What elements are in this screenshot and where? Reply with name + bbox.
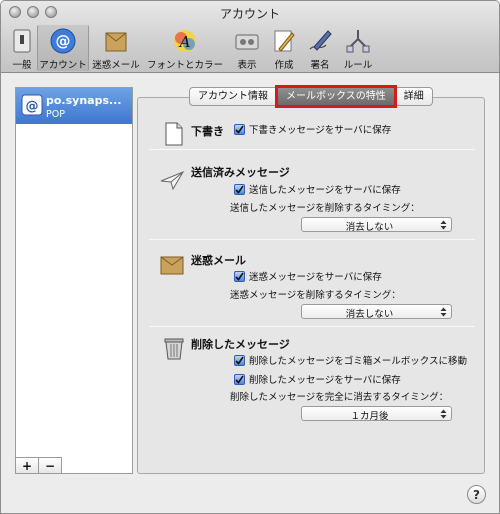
drafts-document-icon (165, 122, 183, 146)
add-account-label: + (21, 458, 33, 473)
compose-pencil-icon (274, 30, 295, 52)
sent-delete-label: 送信したメッセージを削除するタイミング： (230, 203, 420, 214)
svg-text:@: @ (26, 99, 39, 114)
toolbar-junk-mail-label: 迷惑メール (92, 60, 140, 71)
preferences-toolbar: 一般 @ アカウント 迷惑メール A フォントとカラー 表示 作成 署名 ルール (7, 25, 377, 71)
sent-store-on-server[interactable]: 送信したメッセージをサーバに保存 (234, 182, 401, 196)
svg-text:@: @ (56, 32, 71, 50)
toolbar-accounts[interactable]: @ アカウント (37, 25, 89, 71)
trash-erase-label: 削除したメッセージを完全に消去するタイミング： (230, 392, 449, 403)
trash-erase-select[interactable]: １カ月後 (301, 406, 452, 422)
trash-erase-value: １カ月後 (350, 411, 389, 422)
junk-title: 迷惑メール (191, 254, 246, 267)
tab-account-information[interactable]: アカウント情報 (189, 87, 277, 106)
toolbar-general-label: 一般 (12, 60, 32, 71)
trash-store-on-server[interactable]: 削除したメッセージをサーバに保存 (234, 372, 401, 386)
rules-icon (346, 30, 370, 53)
trash-move-to-trash[interactable]: 削除したメッセージをゴミ箱メールボックスに移動 (234, 353, 467, 367)
junk-delete-label: 迷惑メッセージを削除するタイミング： (230, 290, 401, 301)
junk-mail-icon (105, 32, 127, 52)
drafts-store-on-server[interactable]: 下書きメッセージをサーバに保存 (234, 122, 391, 136)
trash-move-label: 削除したメッセージをゴミ箱メールボックスに移動 (249, 356, 468, 367)
trash-title: 削除したメッセージ (191, 338, 290, 351)
updown-arrows-icon (440, 409, 447, 419)
at-sign-icon: @ (21, 94, 43, 116)
sent-store-checkbox[interactable] (234, 183, 245, 195)
at-sign-icon: @ (50, 28, 76, 54)
section-divider (149, 326, 475, 327)
sent-store-label: 送信したメッセージをサーバに保存 (249, 185, 401, 196)
toolbar-viewing-label: 表示 (237, 60, 257, 71)
drafts-store-checkbox[interactable] (234, 123, 245, 135)
updown-arrows-icon (440, 307, 447, 317)
junk-store-checkbox[interactable] (234, 270, 245, 282)
trash-move-checkbox[interactable] (234, 354, 245, 366)
remove-account-label: − (44, 458, 56, 473)
account-tabs: アカウント情報 メールボックスの特性 詳細 (189, 87, 433, 106)
help-button[interactable]: ? (467, 485, 486, 504)
toolbar-signatures-label: 署名 (310, 60, 330, 71)
window-title: アカウント (219, 7, 280, 21)
junk-store-label: 迷惑メッセージをサーバに保存 (249, 272, 382, 283)
remove-account-button[interactable]: − (38, 457, 62, 474)
toolbar-accounts-label: アカウント (39, 60, 87, 71)
add-account-button[interactable]: + (15, 457, 39, 474)
checkmark-icon (235, 356, 244, 365)
junk-mail-icon (160, 256, 184, 275)
toolbar-composing[interactable]: 作成 (267, 25, 301, 71)
trash-store-checkbox[interactable] (234, 373, 245, 385)
sent-paper-plane-icon (160, 170, 185, 191)
junk-store-on-server[interactable]: 迷惑メッセージをサーバに保存 (234, 269, 382, 283)
toolbar-junk-mail[interactable]: 迷惑メール (89, 25, 143, 71)
svg-text:A: A (178, 33, 191, 51)
toolbar-rules-label: ルール (343, 60, 373, 71)
toolbar-fonts-colors-label: フォントとカラー (146, 60, 223, 71)
viewing-icon (235, 34, 259, 50)
checkmark-icon (235, 125, 244, 134)
tab-mailbox-behaviors[interactable]: メールボックスの特性 (277, 87, 395, 106)
general-switch-icon (13, 29, 31, 53)
sent-title: 送信済みメッセージ (191, 166, 290, 179)
font-color-icon: A (174, 30, 196, 52)
accounts-list[interactable]: @ po.synaps... POP (15, 87, 133, 474)
account-list-item[interactable]: @ po.synaps... POP (16, 88, 132, 124)
junk-delete-select[interactable]: 消去しない (301, 304, 452, 320)
preferences-window: アカウント 一般 @ アカウント 迷惑メール A フォントとカラー 表示 作成 … (0, 0, 500, 514)
toolbar-composing-label: 作成 (274, 60, 294, 71)
title-bar: アカウント 一般 @ アカウント 迷惑メール A フォントとカラー 表示 作成 … (1, 1, 499, 73)
section-divider (149, 149, 475, 150)
updown-arrows-icon (440, 220, 447, 230)
section-divider (149, 239, 475, 240)
sent-delete-select[interactable]: 消去しない (301, 217, 452, 233)
drafts-store-label: 下書きメッセージをサーバに保存 (249, 125, 392, 136)
toolbar-fonts-colors[interactable]: A フォントとカラー (143, 25, 227, 71)
checkmark-icon (235, 185, 244, 194)
signature-pen-icon (309, 30, 332, 51)
checkmark-icon (235, 272, 244, 281)
drafts-title: 下書き (191, 125, 224, 138)
toolbar-viewing[interactable]: 表示 (227, 25, 267, 71)
tab-advanced[interactable]: 詳細 (394, 87, 433, 106)
toolbar-signatures[interactable]: 署名 (301, 25, 339, 71)
account-type: POP (46, 109, 65, 120)
sent-delete-value: 消去しない (345, 222, 394, 233)
junk-delete-value: 消去しない (345, 309, 394, 320)
account-list-buttons: + − (15, 457, 62, 474)
trash-can-icon (164, 338, 184, 360)
trash-store-label: 削除したメッセージをサーバに保存 (249, 375, 401, 386)
toolbar-general[interactable]: 一般 (7, 25, 37, 71)
toolbar-rules[interactable]: ルール (339, 25, 377, 71)
account-name: po.synaps... (46, 94, 122, 107)
checkmark-icon (235, 375, 244, 384)
